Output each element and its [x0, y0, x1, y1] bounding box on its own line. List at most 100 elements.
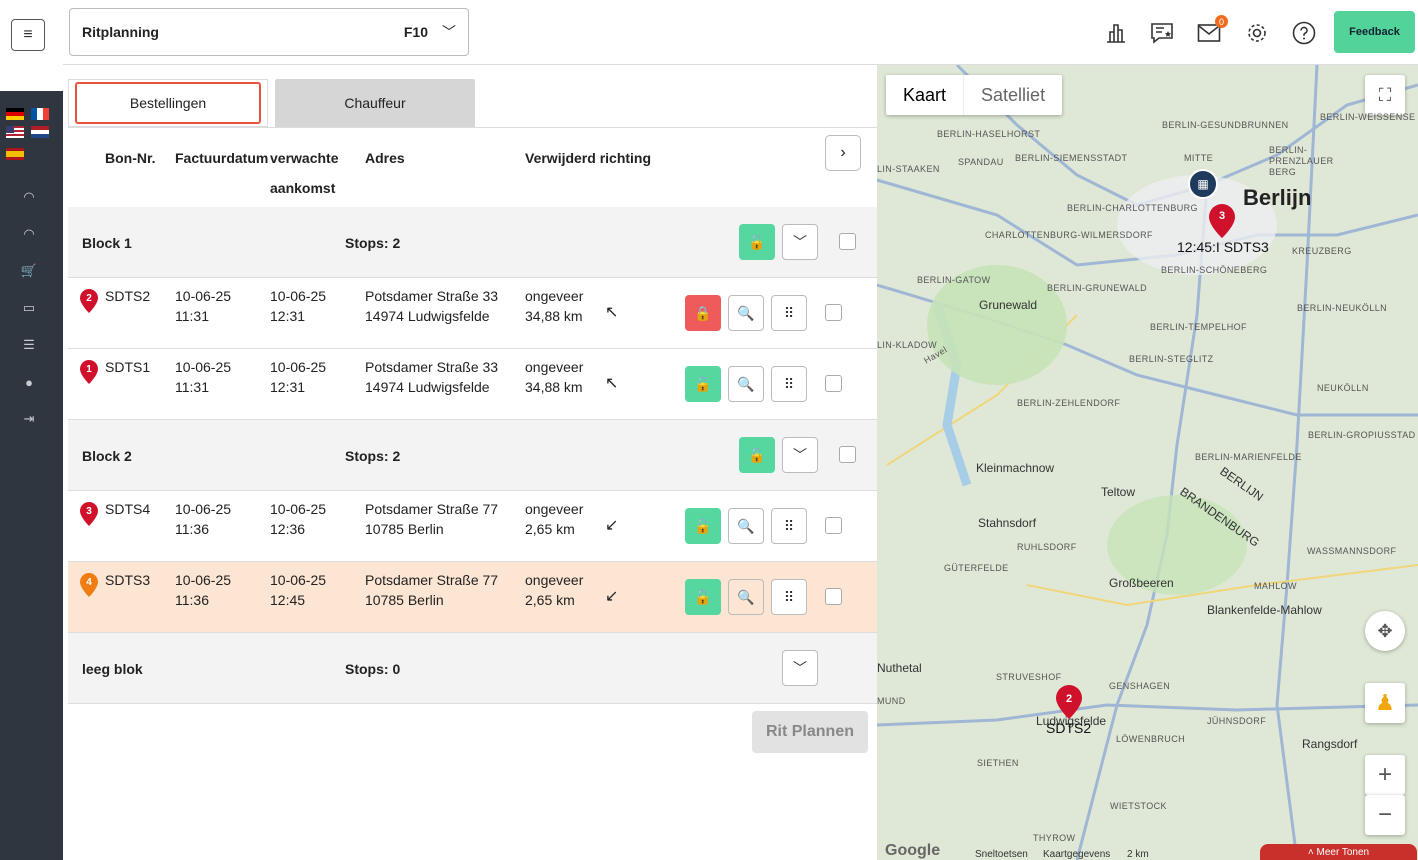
tab-bestellingen[interactable]: Bestellingen — [68, 79, 268, 127]
map-label: Nuthetal — [877, 661, 922, 675]
flag-fr-icon[interactable] — [31, 108, 49, 120]
block-row: Block 2 Stops: 2 🔓 ﹀ — [68, 420, 877, 491]
map-label: BERLIN-GROPIUSSTAD — [1308, 430, 1416, 440]
col-factuurdatum: Factuurdatum — [175, 150, 269, 166]
mail-icon[interactable]: 0 — [1196, 15, 1228, 46]
chat-star-icon[interactable] — [1149, 20, 1175, 46]
map-label: BERLIN-SIEMENSSTADT — [1015, 153, 1128, 163]
unlock-button[interactable]: 🔓 — [685, 508, 721, 544]
sidebar: ≡ ◠ ◠ 🛒 ▭ ☰ ● ⇥ — [0, 0, 63, 860]
shortcuts-link[interactable]: Sneltoetsen — [975, 849, 1028, 860]
map-label: MAHLOW — [1254, 581, 1297, 591]
search-icon[interactable]: 🔍 — [728, 508, 764, 544]
logout-icon[interactable]: ⇥ — [20, 410, 38, 428]
col-verwijderd-richting: Verwijderd richting — [525, 150, 652, 166]
map-type-satelliet[interactable]: Satelliet — [964, 75, 1062, 115]
search-icon[interactable]: 🔍 — [728, 579, 764, 615]
map-label: BERLIN-PRENZLAUER BERG — [1269, 145, 1334, 177]
drag-handle-icon[interactable]: ⠿ — [771, 508, 807, 544]
row-checkbox[interactable] — [825, 375, 842, 392]
row-checkbox[interactable] — [825, 588, 842, 605]
map-label: SIETHEN — [977, 758, 1019, 768]
scale-label: 2 km — [1127, 849, 1149, 860]
map-type-kaart[interactable]: Kaart — [886, 75, 965, 115]
block-stops: Stops: 2 — [345, 448, 401, 464]
factuur-date: 10-06-25 — [175, 572, 232, 588]
search-icon[interactable]: 🔍 — [728, 366, 764, 402]
factuur-date: 10-06-25 — [175, 288, 232, 304]
chevron-down-icon[interactable]: ﹀ — [782, 224, 818, 260]
feedback-button[interactable]: Feedback — [1334, 11, 1415, 53]
help-icon[interactable] — [1291, 20, 1317, 46]
map-label: Großbeeren — [1109, 576, 1174, 590]
map-label: BERLIN-WEISSENSE — [1320, 112, 1416, 122]
map-label: BERLIN-STEGLITZ — [1129, 354, 1214, 364]
unlock-button[interactable]: 🔓 — [685, 366, 721, 402]
row-checkbox[interactable] — [825, 517, 842, 534]
arrival-date: 10-06-25 — [270, 501, 327, 517]
drag-handle-icon[interactable]: ⠿ — [771, 579, 807, 615]
map-label: WASSMANNSDORF — [1307, 546, 1397, 556]
map-label: BERLIN-ZEHLENDORF — [1017, 398, 1121, 408]
map-label: BERLIN-HASELHORST — [937, 129, 1041, 139]
unlock-button[interactable]: 🔓 — [685, 579, 721, 615]
map-label: Grunewald — [979, 298, 1038, 312]
tour-selector[interactable]: Ritplanning F10 ﹀ — [69, 8, 469, 56]
block-checkbox[interactable] — [839, 233, 856, 250]
speed-gauge-icon[interactable]: ◠ — [20, 225, 38, 243]
monitor-icon[interactable]: ▭ — [20, 299, 38, 317]
factuur-date: 10-06-25 — [175, 501, 232, 517]
search-icon[interactable]: 🔍 — [728, 295, 764, 331]
direction-arrow-icon: ↙ — [605, 588, 619, 605]
marker-number: 2 — [1065, 693, 1073, 705]
depot-marker-icon[interactable]: ▦ — [1188, 169, 1218, 199]
chevron-down-icon[interactable]: ﹀ — [782, 650, 818, 686]
flag-nl-icon[interactable] — [31, 126, 49, 138]
zoom-out-icon[interactable]: − — [1365, 795, 1405, 835]
block-checkbox[interactable] — [839, 446, 856, 463]
unlock-block-button[interactable]: 🔓 — [739, 224, 775, 260]
lock-button[interactable]: 🔒 — [685, 295, 721, 331]
hamburger-menu-icon[interactable]: ≡ — [11, 19, 45, 51]
drag-handle-icon[interactable]: ⠿ — [771, 366, 807, 402]
drag-handle-icon[interactable]: ⠿ — [771, 295, 807, 331]
flag-de-icon[interactable] — [6, 108, 24, 120]
fullscreen-icon[interactable]: ⛶ — [1365, 75, 1405, 115]
block-name: Block 2 — [82, 448, 132, 464]
map-label: THYROW — [1033, 833, 1076, 843]
distance-value: 2,65 km — [525, 521, 575, 537]
chevron-down-icon[interactable]: ﹀ — [782, 437, 818, 473]
orders-panel: Bestellingen Chauffeur Bon-Nr. Factuurda… — [63, 65, 877, 860]
street-view-icon[interactable]: ♟ — [1365, 683, 1405, 723]
map-type-toggle[interactable]: Kaart Satelliet — [886, 75, 1063, 115]
arrival-date: 10-06-25 — [270, 572, 327, 588]
flag-es-icon[interactable] — [6, 148, 24, 160]
chart-icon[interactable] — [1103, 20, 1129, 46]
pin-number: 4 — [86, 576, 92, 588]
rotate-map-icon[interactable]: ✥ — [1365, 611, 1405, 651]
flag-us-icon[interactable] — [6, 126, 24, 138]
cart-icon[interactable]: 🛒 — [20, 262, 38, 280]
meer-tonen-label: Meer Tonen — [1316, 846, 1370, 858]
map-label: MITTE — [1184, 153, 1213, 163]
address-city: 10785 Berlin — [365, 521, 444, 537]
address-city: 14974 Ludwigsfelde — [365, 308, 490, 324]
zoom-in-icon[interactable]: + — [1365, 755, 1405, 795]
pin-number: 3 — [86, 505, 92, 517]
list-icon[interactable]: ☰ — [20, 336, 38, 354]
map-label: BERLIN-GATOW — [917, 275, 991, 285]
dashboard-gauge-icon[interactable]: ◠ — [20, 188, 38, 206]
map-view[interactable]: Kaart Satelliet ⛶ BERLIN-GESUNDBRUNNEN B… — [877, 65, 1418, 860]
mapdata-link[interactable]: Kaartgegevens — [1043, 849, 1110, 860]
unlock-block-button[interactable]: 🔓 — [739, 437, 775, 473]
row-checkbox[interactable] — [825, 304, 842, 321]
rit-plannen-button[interactable]: Rit Plannen — [752, 711, 868, 753]
meer-tonen-button[interactable]: ˄ Meer Tonen — [1260, 844, 1417, 860]
tab-chauffeur[interactable]: Chauffeur — [275, 79, 475, 127]
map-city-label: Berlijn — [1243, 185, 1312, 210]
gear-icon[interactable] — [1244, 20, 1270, 46]
address-street: Potsdamer Straße 33 — [365, 359, 499, 375]
next-page-button[interactable]: › — [825, 135, 861, 171]
map-label: BERLIN-TEMPELHOF — [1150, 322, 1247, 332]
user-icon[interactable]: ● — [20, 373, 38, 391]
